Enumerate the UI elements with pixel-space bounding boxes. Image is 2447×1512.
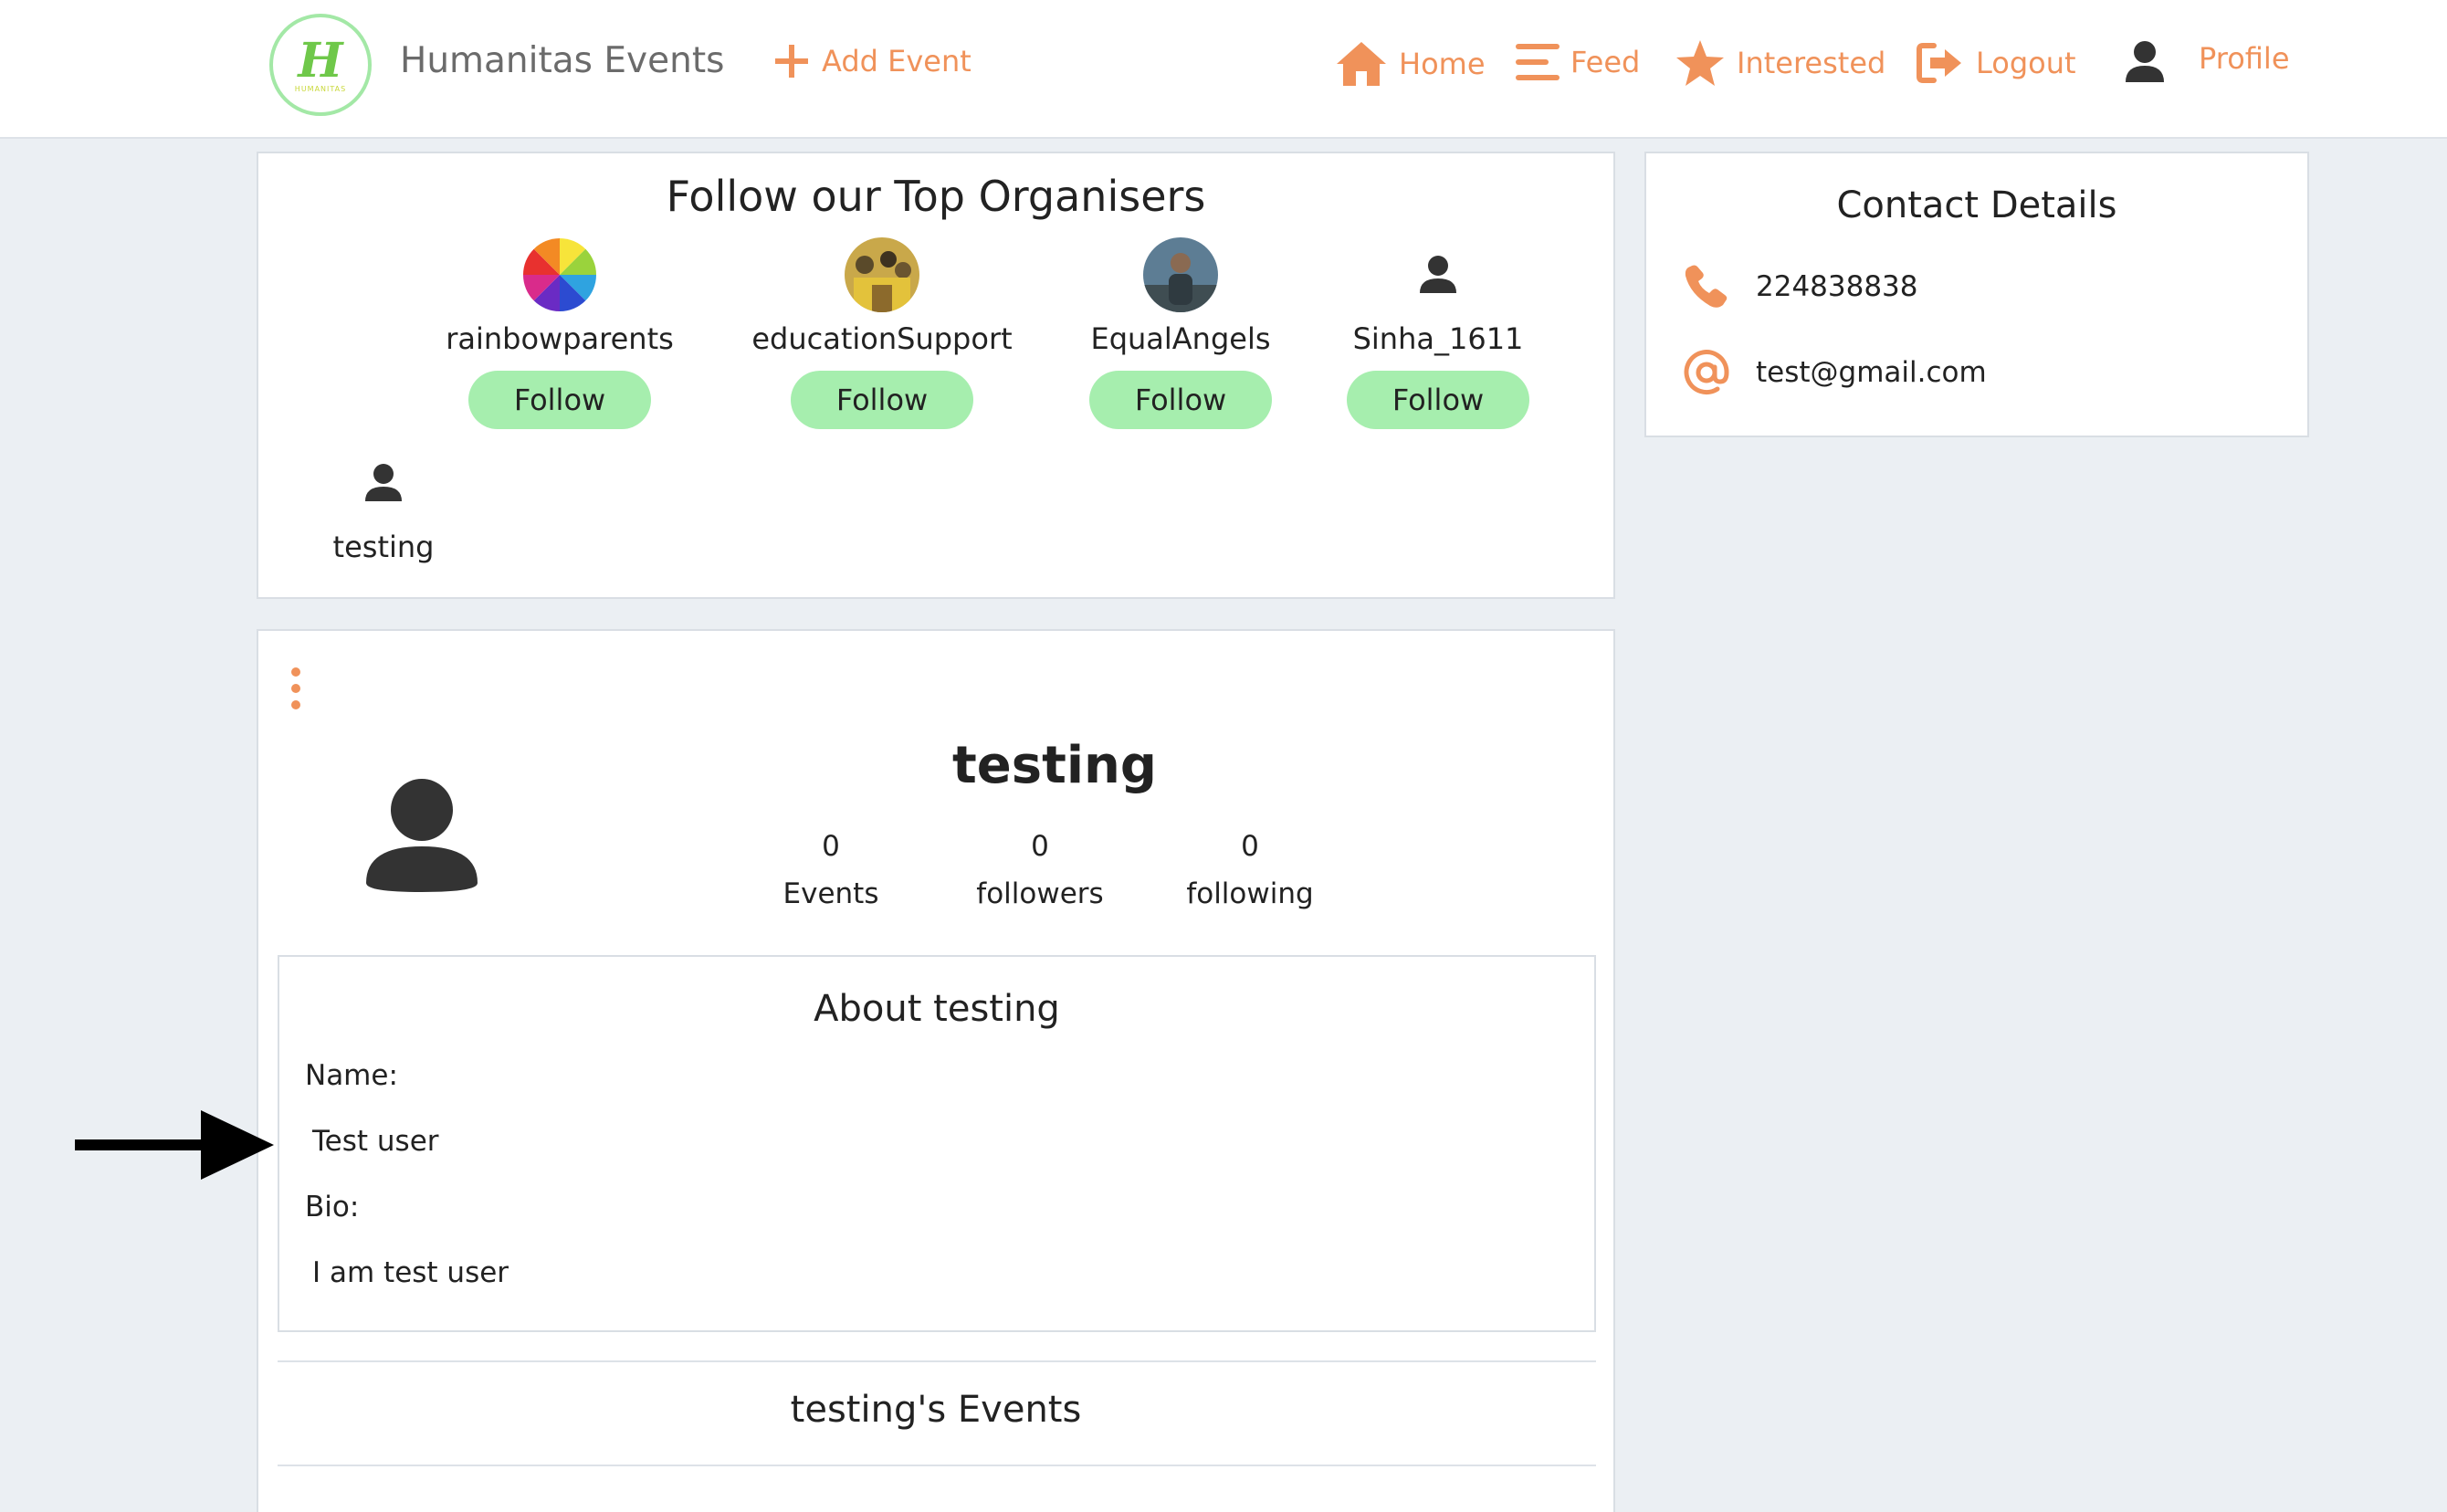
add-event-link[interactable]: Add Event [772, 42, 971, 80]
organiser-card: rainbowparents Follow [432, 237, 688, 429]
organiser-avatar[interactable] [522, 237, 597, 312]
top-organisers-card: Follow our Top Organisers rainbowparents… [257, 152, 1615, 599]
organiser-name[interactable]: educationSupport [751, 321, 1012, 356]
divider [278, 1360, 1596, 1362]
menu-lines-icon [1516, 44, 1560, 80]
events-section-title: testing's Events [790, 1389, 1082, 1431]
organiser-avatar[interactable] [845, 237, 919, 312]
name-value: Test user [312, 1125, 439, 1158]
follow-button[interactable]: Follow [468, 371, 651, 429]
organiser-avatar[interactable] [1143, 237, 1218, 312]
stat-value: 0 [1031, 830, 1049, 863]
profile-link[interactable]: Profile [2124, 40, 2290, 84]
more-options-icon[interactable] [291, 667, 302, 709]
organiser-name[interactable]: rainbowparents [446, 321, 674, 356]
organiser-name[interactable]: Sinha_1611 [1353, 321, 1524, 356]
organiser-photo [1143, 237, 1218, 312]
organiser-card: testing [256, 446, 511, 564]
stat-events[interactable]: 0 Events [749, 830, 913, 910]
contact-details-card: Contact Details 224838838 test@gmail.com [1644, 152, 2309, 437]
organiser-card: EqualAngels Follow [1053, 237, 1308, 429]
home-label: Home [1399, 47, 1486, 81]
home-icon [1337, 42, 1386, 86]
plus-icon [775, 45, 808, 78]
bio-value: I am test user [312, 1256, 509, 1289]
logo-caption: HUMANITAS [294, 84, 347, 93]
organiser-name[interactable]: testing [333, 530, 435, 564]
logout-link[interactable]: Logout [1916, 42, 2076, 84]
stat-value: 0 [1241, 830, 1259, 863]
follow-button[interactable]: Follow [1089, 371, 1272, 429]
user-icon [2126, 41, 2164, 82]
organiser-avatar[interactable] [1401, 237, 1476, 312]
navbar: H HUMANITAS Humanitas Events Add Event H… [0, 0, 2447, 139]
contact-title: Contact Details [1836, 184, 2117, 226]
brand-logo[interactable]: H HUMANITAS [269, 14, 372, 116]
brand-name[interactable]: Humanitas Events [400, 40, 724, 81]
organiser-photo [845, 237, 919, 312]
phone-number: 224838838 [1756, 270, 1918, 303]
profile-label: Profile [2199, 41, 2290, 76]
organiser-card: educationSupport Follow [751, 237, 1013, 429]
organiser-name[interactable]: EqualAngels [1090, 321, 1270, 356]
stat-label: Events [782, 877, 879, 910]
stat-label: followers [976, 877, 1104, 910]
stat-label: following [1186, 877, 1314, 910]
logout-icon [1917, 43, 1961, 83]
about-title: About testing [814, 988, 1060, 1030]
interested-link[interactable]: Interested [1675, 38, 1885, 88]
stat-followers[interactable]: 0 followers [958, 830, 1122, 910]
phone-icon [1685, 265, 1728, 308]
logout-label: Logout [1976, 46, 2076, 80]
contact-email: test@gmail.com [1683, 349, 1987, 396]
logo-letter: H [298, 32, 343, 89]
star-icon [1676, 40, 1724, 86]
annotation-arrow-icon [75, 1110, 274, 1180]
interested-label: Interested [1737, 46, 1886, 80]
email-address: test@gmail.com [1756, 356, 1987, 389]
feed-label: Feed [1570, 45, 1641, 79]
user-icon [365, 464, 402, 501]
organisers-title: Follow our Top Organisers [666, 172, 1206, 221]
rainbow-wheel-icon [523, 238, 596, 311]
bio-label: Bio: [305, 1191, 360, 1223]
about-section: About testing Name: Test user Bio: I am … [278, 955, 1596, 1332]
add-event-label: Add Event [822, 44, 971, 79]
stat-value: 0 [822, 830, 840, 863]
organiser-card: Sinha_1611 Follow [1310, 237, 1566, 429]
follow-button[interactable]: Follow [791, 371, 973, 429]
organiser-avatar[interactable] [346, 446, 421, 520]
name-label: Name: [305, 1059, 398, 1092]
follow-button[interactable]: Follow [1347, 371, 1529, 429]
profile-avatar-icon [366, 779, 478, 892]
stat-following[interactable]: 0 following [1168, 830, 1332, 910]
divider [278, 1465, 1596, 1466]
home-link[interactable]: Home [1335, 40, 1486, 88]
profile-card: testing 0 Events 0 followers 0 following… [257, 629, 1615, 1512]
feed-link[interactable]: Feed [1516, 42, 1640, 82]
at-sign-icon [1684, 350, 1729, 395]
contact-phone: 224838838 [1683, 263, 1918, 310]
user-icon [1420, 256, 1456, 293]
profile-username: testing [952, 736, 1157, 795]
